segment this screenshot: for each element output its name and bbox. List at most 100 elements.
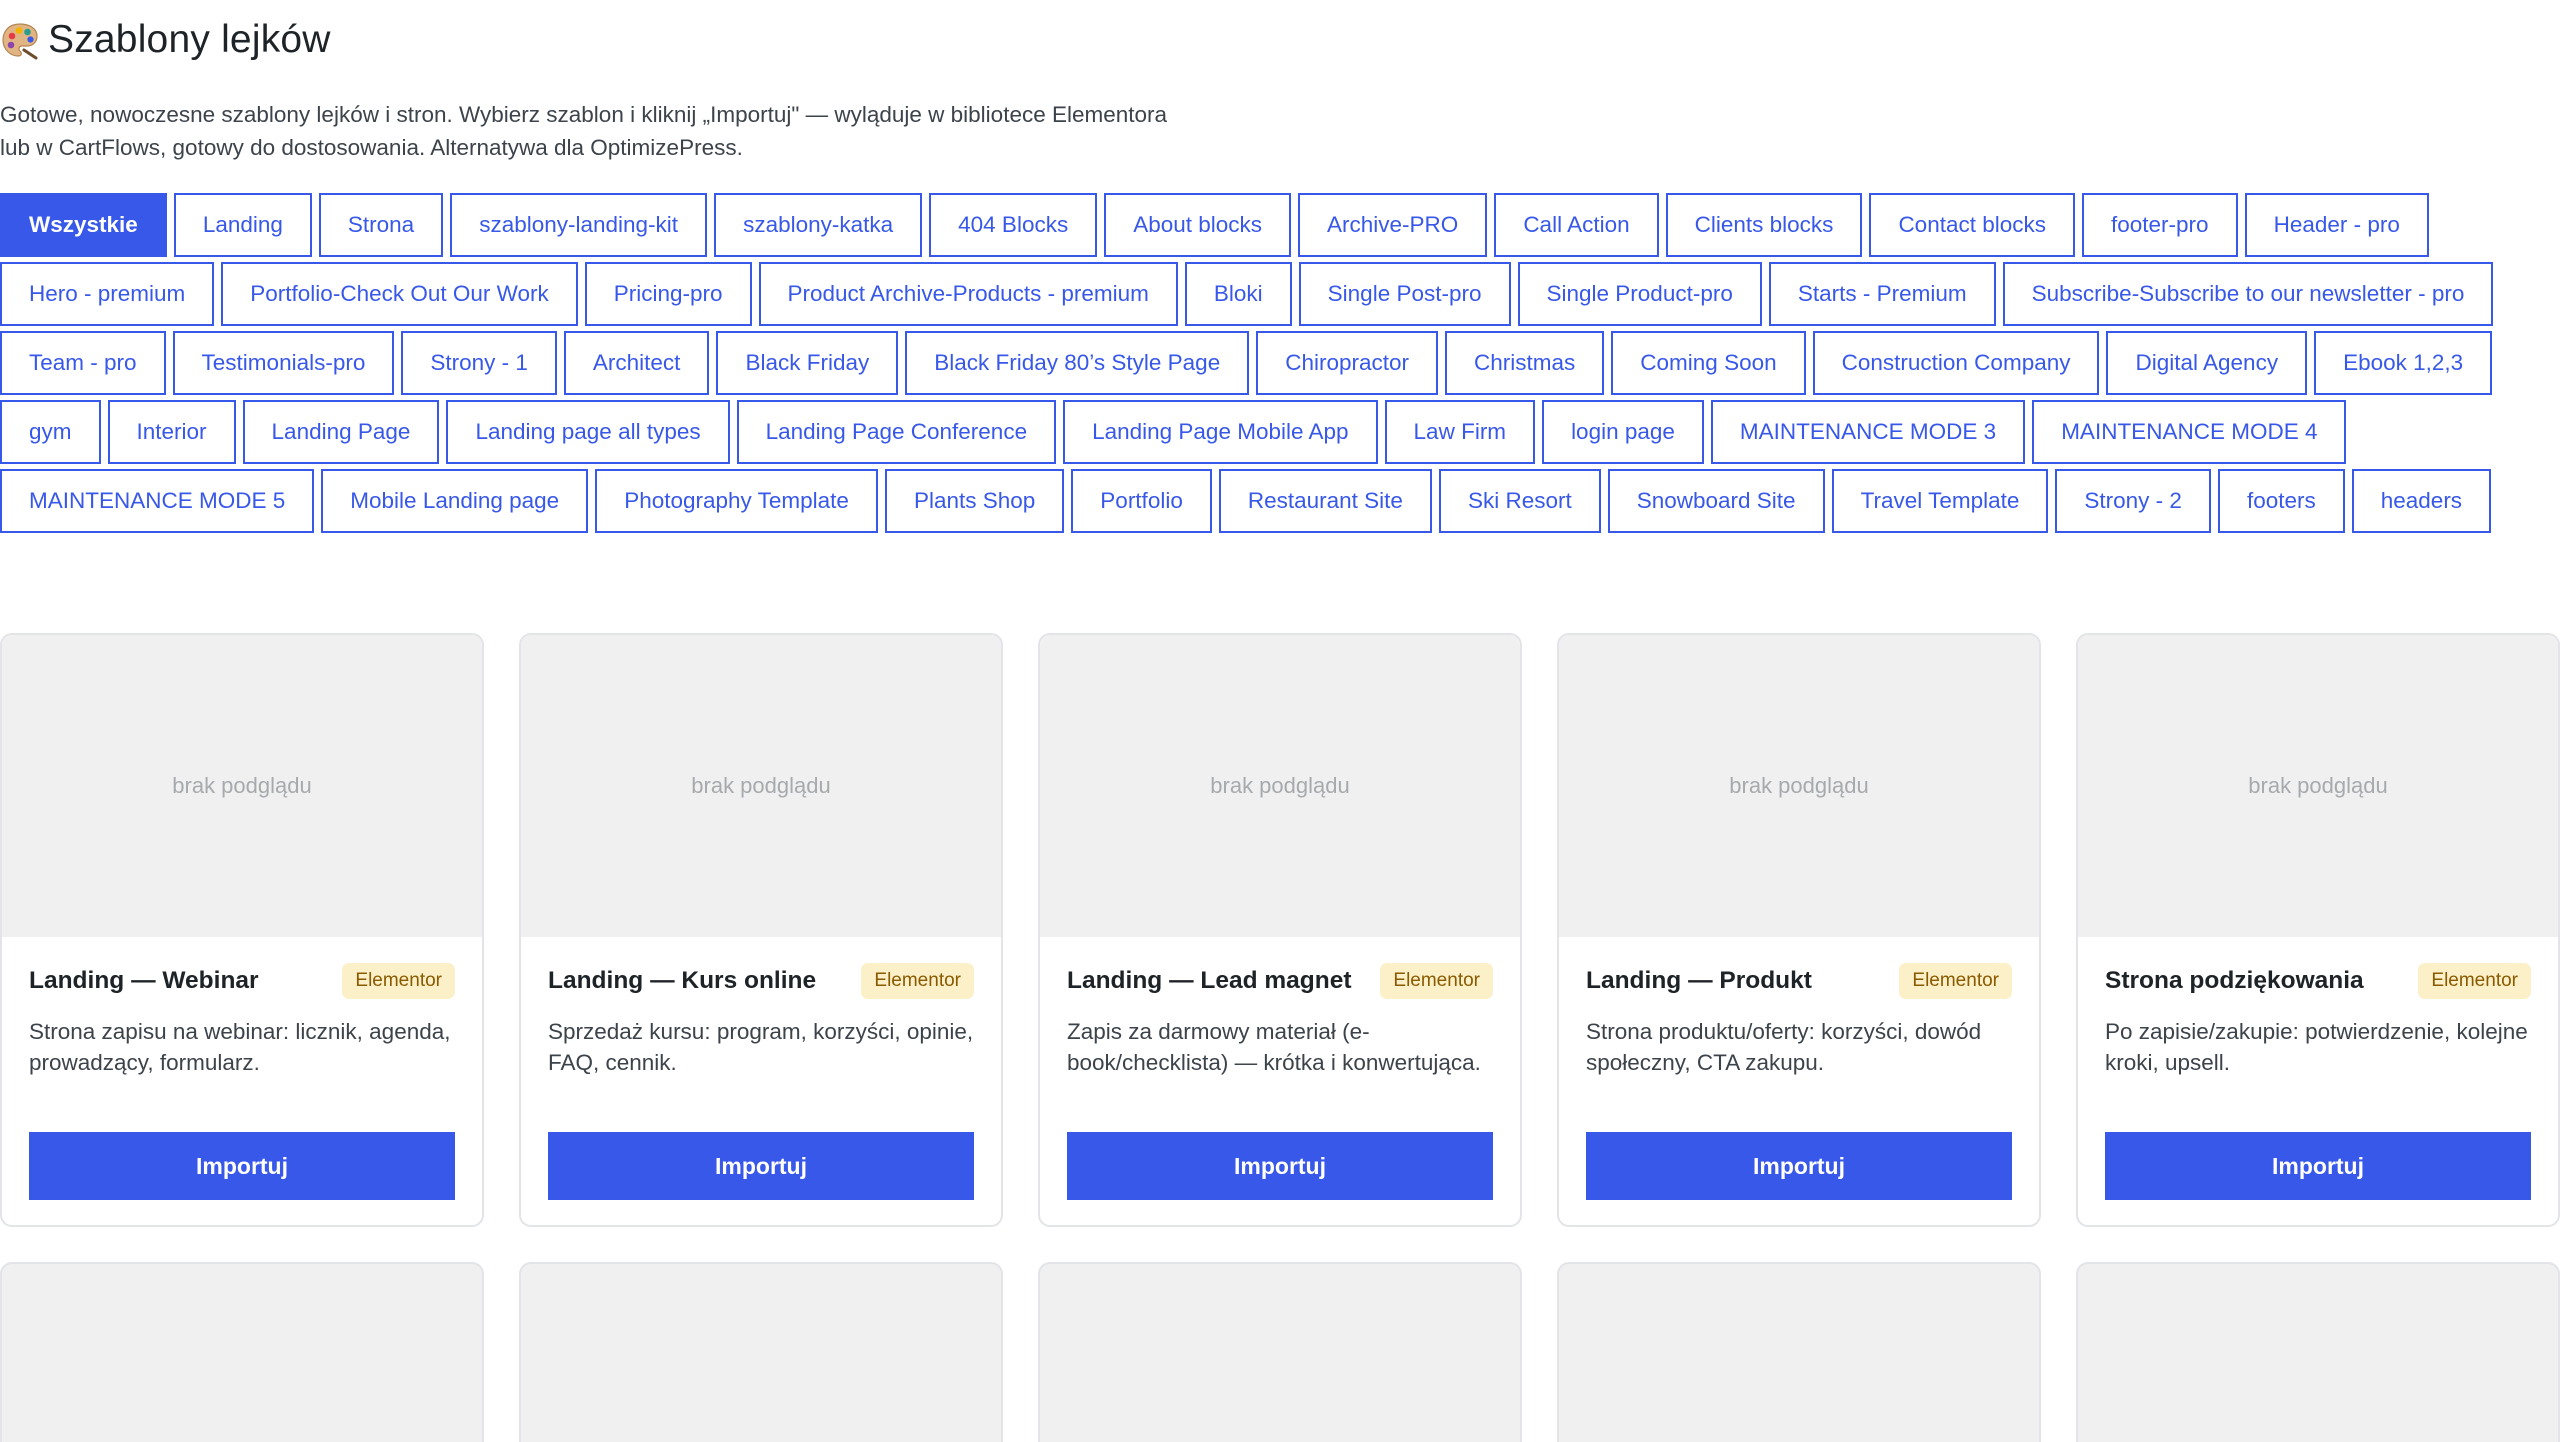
- filter-chip[interactable]: Subscribe-Subscribe to our newsletter - …: [2002, 262, 2494, 326]
- filter-chip[interactable]: Black Friday: [716, 331, 899, 395]
- filter-chip[interactable]: Restaurant Site: [1218, 469, 1432, 533]
- template-title: Landing — Webinar: [29, 967, 259, 994]
- template-title: Landing — Produkt: [1586, 967, 1812, 994]
- description-line: lub w CartFlows, gotowy do dostosowania.…: [0, 135, 743, 160]
- filter-chip[interactable]: Architect: [563, 331, 710, 395]
- filter-chip[interactable]: login page: [1542, 400, 1704, 464]
- template-card: [1038, 1262, 1522, 1442]
- filter-chip[interactable]: Team - pro: [0, 331, 166, 395]
- filter-chip[interactable]: Pricing-pro: [584, 262, 752, 326]
- template-description: Strona zapisu na webinar: licznik, agend…: [29, 1019, 451, 1075]
- filter-chip[interactable]: Landing Page Mobile App: [1063, 400, 1378, 464]
- filter-chip[interactable]: Starts - Premium: [1768, 262, 1996, 326]
- filter-chip[interactable]: szablony-landing-kit: [450, 193, 708, 257]
- builder-badge: Elementor: [342, 963, 455, 999]
- filter-chip[interactable]: Landing Page Conference: [736, 400, 1057, 464]
- templates-page: Szablony lejków Gotowe, nowoczesne szabl…: [0, 0, 2560, 1442]
- template-description: Strona produktu/oferty: korzyści, dowód …: [1586, 1019, 1982, 1075]
- page-header: Szablony lejków: [0, 18, 331, 62]
- filter-chip[interactable]: Hero - premium: [0, 262, 215, 326]
- template-card: brak podglądu Strona podziękowania Element…: [2076, 633, 2560, 1227]
- template-description: Po zapisie/zakupie: potwierdzenie, kolej…: [2105, 1019, 2528, 1075]
- filter-chip[interactable]: gym: [0, 400, 101, 464]
- filter-chip[interactable]: Single Product-pro: [1517, 262, 1762, 326]
- filter-chip[interactable]: Chiropractor: [1256, 331, 1439, 395]
- template-card: [2076, 1262, 2560, 1442]
- filter-chip[interactable]: 404 Blocks: [929, 193, 1098, 257]
- template-preview-placeholder: brak podglądu: [2078, 635, 2558, 937]
- template-description: Sprzedaż kursu: program, korzyści, opini…: [548, 1019, 974, 1075]
- builder-badge: Elementor: [861, 963, 974, 999]
- filter-chip[interactable]: Christmas: [1445, 331, 1605, 395]
- filter-chip[interactable]: Contact blocks: [1869, 193, 2076, 257]
- template-preview-placeholder: brak podglądu: [521, 635, 1001, 937]
- filter-chip[interactable]: Strona: [318, 193, 444, 257]
- template-description: Zapis za darmowy materiał (e-book/checkl…: [1067, 1019, 1481, 1075]
- import-button[interactable]: Importuj: [1067, 1132, 1493, 1200]
- filter-chip[interactable]: MAINTENANCE MODE 3: [1710, 400, 2026, 464]
- filter-chip[interactable]: Testimonials-pro: [172, 331, 395, 395]
- filter-chip[interactable]: footer-pro: [2082, 193, 2238, 257]
- filter-chip[interactable]: Header - pro: [2244, 193, 2429, 257]
- filter-chip[interactable]: Landing Page: [242, 400, 440, 464]
- template-grid-row-2: [0, 1262, 2560, 1442]
- filter-chip[interactable]: Snowboard Site: [1607, 469, 1825, 533]
- filter-chip[interactable]: Mobile Landing page: [321, 469, 589, 533]
- category-filter-bar: Wszystkie Landing Strona szablony-landing-k…: [0, 193, 2540, 533]
- card-header: Landing — Webinar Elementor: [29, 963, 455, 999]
- filter-chip[interactable]: Landing page all types: [446, 400, 730, 464]
- template-grid: brak podglądu Landing — Webinar Elementor S…: [0, 633, 2560, 1227]
- template-card: brak podglądu Landing — Lead magnet Elemen…: [1038, 633, 1522, 1227]
- card-header: Landing — Lead magnet Elementor: [1067, 963, 1493, 999]
- filter-chip[interactable]: Portfolio-Check Out Our Work: [221, 262, 578, 326]
- import-button[interactable]: Importuj: [2105, 1132, 2531, 1200]
- filter-chip[interactable]: Travel Template: [1831, 469, 2049, 533]
- filter-chip[interactable]: Plants Shop: [884, 469, 1065, 533]
- filter-chip[interactable]: Construction Company: [1812, 331, 2100, 395]
- filter-chip[interactable]: Ebook 1,2,3: [2314, 331, 2493, 395]
- filter-chip[interactable]: Landing: [173, 193, 312, 257]
- filter-chip[interactable]: Portfolio: [1071, 469, 1212, 533]
- filter-chip[interactable]: MAINTENANCE MODE 4: [2032, 400, 2347, 464]
- builder-badge: Elementor: [2418, 963, 2531, 999]
- filter-chip[interactable]: Wszystkie: [0, 193, 167, 257]
- filter-chip[interactable]: Call Action: [1494, 193, 1659, 257]
- filter-chip[interactable]: Coming Soon: [1611, 331, 1806, 395]
- filter-chip[interactable]: Bloki: [1184, 262, 1292, 326]
- template-title: Strona podziękowania: [2105, 967, 2364, 994]
- filter-chip[interactable]: About blocks: [1104, 193, 1292, 257]
- filter-chip[interactable]: Photography Template: [595, 469, 878, 533]
- filter-chip[interactable]: headers: [2351, 469, 2492, 533]
- template-card: [0, 1262, 484, 1442]
- filter-chip[interactable]: Black Friday 80’s Style Page: [905, 331, 1250, 395]
- filter-chip[interactable]: szablony-katka: [714, 193, 923, 257]
- import-button[interactable]: Importuj: [29, 1132, 455, 1200]
- template-card: brak podglądu Landing — Webinar Elementor S…: [0, 633, 484, 1227]
- filter-chip[interactable]: Archive-PRO: [1298, 193, 1488, 257]
- builder-badge: Elementor: [1380, 963, 1493, 999]
- template-card: [519, 1262, 1003, 1442]
- filter-chip[interactable]: Law Firm: [1384, 400, 1536, 464]
- filter-chip[interactable]: Product Archive-Products - premium: [758, 262, 1178, 326]
- template-preview-placeholder: brak podglądu: [1040, 635, 1520, 937]
- filter-chip[interactable]: Single Post-pro: [1298, 262, 1511, 326]
- filter-chip[interactable]: Clients blocks: [1665, 193, 1863, 257]
- palette-icon: [2, 23, 38, 60]
- import-button[interactable]: Importuj: [548, 1132, 974, 1200]
- card-header: Landing — Kurs online Elementor: [548, 963, 974, 999]
- filter-chip[interactable]: Digital Agency: [2106, 331, 2308, 395]
- card-header: Strona podziękowania Elementor: [2105, 963, 2531, 999]
- template-title: Landing — Lead magnet: [1067, 967, 1352, 994]
- card-header: Landing — Produkt Elementor: [1586, 963, 2012, 999]
- template-preview-placeholder: brak podglądu: [1559, 635, 2039, 937]
- filter-chip[interactable]: footers: [2217, 469, 2345, 533]
- builder-badge: Elementor: [1899, 963, 2012, 999]
- filter-chip[interactable]: Ski Resort: [1438, 469, 1601, 533]
- page-title: Szablony lejków: [48, 18, 331, 61]
- filter-chip[interactable]: MAINTENANCE MODE 5: [0, 469, 315, 533]
- filter-chip[interactable]: Strony - 1: [401, 331, 557, 395]
- filter-chip[interactable]: Interior: [107, 400, 236, 464]
- template-card: brak podglądu Landing — Produkt Elementor S…: [1557, 633, 2041, 1227]
- import-button[interactable]: Importuj: [1586, 1132, 2012, 1200]
- filter-chip[interactable]: Strony - 2: [2055, 469, 2211, 533]
